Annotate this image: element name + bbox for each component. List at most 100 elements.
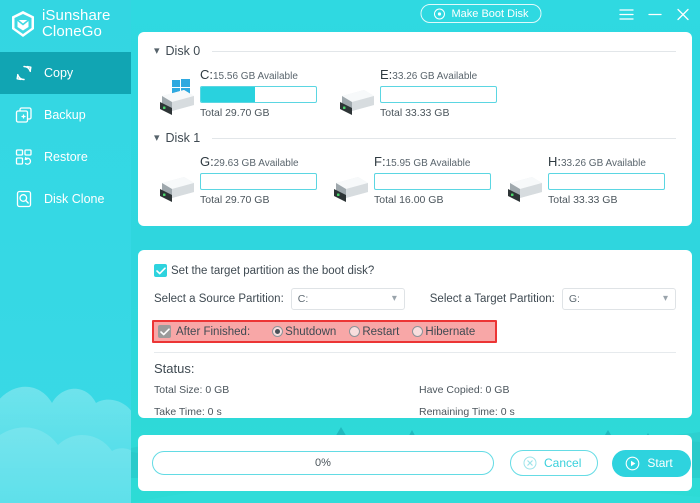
sidebar-cloud-decoration — [0, 386, 131, 503]
drive-icon — [160, 177, 194, 202]
source-partition-select[interactable]: C: ▾ — [290, 288, 405, 310]
sidebar-item-disk-clone[interactable]: Disk Clone — [0, 178, 131, 220]
make-boot-disk-button[interactable]: Make Boot Disk — [420, 4, 542, 23]
actions-panel: 0% Cancel Start — [138, 435, 692, 491]
partition-f[interactable]: F:15.95 GB Available Total 16.00 GB — [328, 155, 502, 206]
drive-icon — [334, 177, 368, 202]
sidebar-item-backup[interactable]: Backup — [0, 94, 131, 136]
settings-panel: Set the target partition as the boot dis… — [138, 250, 692, 418]
start-button[interactable]: Start — [612, 449, 691, 477]
disk-0-header[interactable]: ▾ Disk 0 — [154, 32, 676, 58]
sidebar: iSunshare CloneGo Copy Backup Restore Di… — [0, 0, 131, 503]
divider — [212, 50, 676, 52]
target-partition-select[interactable]: G: ▾ — [561, 288, 676, 310]
hamburger-menu-icon[interactable] — [619, 8, 634, 21]
partition-c[interactable]: C:15.56 GB Available Total 29.70 GB — [154, 68, 334, 119]
disk-1-name: Disk 1 — [165, 131, 201, 145]
partition-h[interactable]: H:33.26 GB Available Total 33.33 GB — [502, 155, 676, 206]
radio-shutdown[interactable]: Shutdown — [272, 326, 336, 338]
sidebar-item-copy[interactable]: Copy — [0, 52, 131, 94]
boot-disk-label: Set the target partition as the boot dis… — [171, 264, 375, 277]
divider — [212, 137, 676, 139]
partition-g-total: Total 29.70 GB — [200, 194, 270, 206]
partition-f-total: Total 16.00 GB — [374, 194, 444, 206]
chevron-down-icon: ▾ — [391, 293, 397, 304]
after-finished-row: After Finished: Shutdown Restart Hiberna… — [152, 320, 676, 343]
status-remaining-time: Remaining Time: 0 s — [419, 406, 515, 418]
status-grid: Total Size: 0 GB Have Copied: 0 GB Take … — [154, 384, 676, 418]
settings-inner: Set the target partition as the boot dis… — [138, 250, 692, 418]
progress-bar: 0% — [152, 451, 494, 475]
disk-1-header[interactable]: ▾ Disk 1 — [154, 119, 676, 145]
sidebar-item-copy-label: Copy — [44, 65, 74, 80]
make-boot-disk-label: Make Boot Disk — [451, 7, 529, 20]
status-title: Status: — [154, 361, 195, 376]
brand-line-1: iSunshare — [42, 7, 111, 24]
radio-restart-label: Restart — [362, 325, 400, 338]
progress-percent-label: 0% — [315, 457, 331, 469]
play-circle-icon — [626, 456, 640, 470]
drive-icon — [340, 90, 374, 115]
partition-g-usage-bar — [200, 173, 317, 190]
disk-1-partitions: G:29.63 GB Available Total 29.70 GB F:15… — [154, 145, 676, 206]
partition-e-usage-bar — [380, 86, 497, 103]
brand-text: iSunshare CloneGo — [42, 8, 110, 40]
minimize-icon[interactable] — [648, 8, 662, 21]
actions-inner: 0% Cancel Start — [138, 435, 692, 491]
disk-group-1: ▾ Disk 1 G:29.63 GB Available Total 29.7… — [138, 119, 692, 206]
after-finished-highlight: After Finished: Shutdown Restart Hiberna… — [152, 320, 498, 343]
cancel-circle-x-icon — [523, 456, 537, 470]
close-icon[interactable] — [676, 8, 690, 21]
radio-restart[interactable]: Restart — [349, 326, 399, 338]
partition-f-body: F:15.95 GB Available Total 16.00 GB — [374, 155, 491, 206]
title-bar: Make Boot Disk — [131, 0, 700, 27]
cancel-label: Cancel — [544, 456, 582, 470]
partition-h-letter: H: — [548, 154, 561, 169]
app-window: iSunshare CloneGo Copy Backup Restore Di… — [0, 0, 700, 503]
partition-c-title: C:15.56 GB Available — [200, 68, 317, 84]
sidebar-item-backup-label: Backup — [44, 107, 86, 122]
partition-g-available: 29.63 GB Available — [213, 158, 299, 169]
window-controls — [619, 8, 690, 21]
partition-g-title: G:29.63 GB Available — [200, 155, 317, 171]
radio-hibernate-indicator — [412, 326, 424, 337]
sidebar-item-restore[interactable]: Restore — [0, 136, 131, 178]
partition-e-title: E:33.26 GB Available — [380, 68, 497, 84]
partition-h-total: Total 33.33 GB — [548, 194, 618, 206]
after-finished-checkbox[interactable] — [158, 325, 171, 338]
partition-f-available: 15.95 GB Available — [385, 158, 471, 169]
sidebar-item-restore-label: Restore — [44, 149, 88, 164]
radio-hibernate-label: Hibernate — [425, 325, 476, 338]
status-have-copied: Have Copied: 0 GB — [419, 384, 510, 396]
restore-blocks-icon — [15, 149, 32, 165]
source-partition-value: C: — [297, 293, 309, 305]
radio-hibernate[interactable]: Hibernate — [412, 326, 475, 338]
partition-g[interactable]: G:29.63 GB Available Total 29.70 GB — [154, 155, 328, 206]
boot-disk-checkbox[interactable] — [154, 264, 167, 277]
partition-c-usage-fill — [201, 87, 256, 102]
disk-0-partitions: C:15.56 GB Available Total 29.70 GB E:33… — [154, 58, 676, 119]
radio-shutdown-label: Shutdown — [285, 325, 337, 338]
radio-shutdown-indicator — [272, 326, 284, 337]
partition-g-body: G:29.63 GB Available Total 29.70 GB — [200, 155, 317, 206]
partition-c-available: 15.56 GB Available — [213, 71, 298, 82]
partition-e[interactable]: E:33.26 GB Available Total 33.33 GB — [334, 68, 514, 119]
drive-icon — [508, 177, 542, 202]
status-total-size: Total Size: 0 GB — [154, 384, 230, 396]
boot-disc-icon — [433, 8, 445, 19]
disk-0-name: Disk 0 — [165, 44, 201, 58]
partition-h-usage-bar — [548, 173, 665, 190]
partition-h-available: 33.26 GB Available — [561, 158, 646, 169]
cancel-button[interactable]: Cancel — [510, 450, 599, 476]
partition-e-total: Total 33.33 GB — [380, 107, 450, 119]
target-partition-value: G: — [568, 293, 580, 305]
brand: iSunshare CloneGo — [0, 0, 131, 48]
sidebar-nav: Copy Backup Restore Disk Clone — [0, 52, 131, 220]
disks-panel: ▾ Disk 0 C:15.56 GB Available Total 29.7… — [138, 32, 692, 226]
isunshare-logo-icon — [12, 11, 34, 37]
drive-windows-icon — [160, 79, 194, 115]
radio-restart-indicator — [349, 326, 361, 337]
partition-g-letter: G: — [200, 154, 214, 169]
status-take-time: Take Time: 0 s — [154, 406, 222, 418]
backup-plus-icon — [15, 107, 32, 123]
